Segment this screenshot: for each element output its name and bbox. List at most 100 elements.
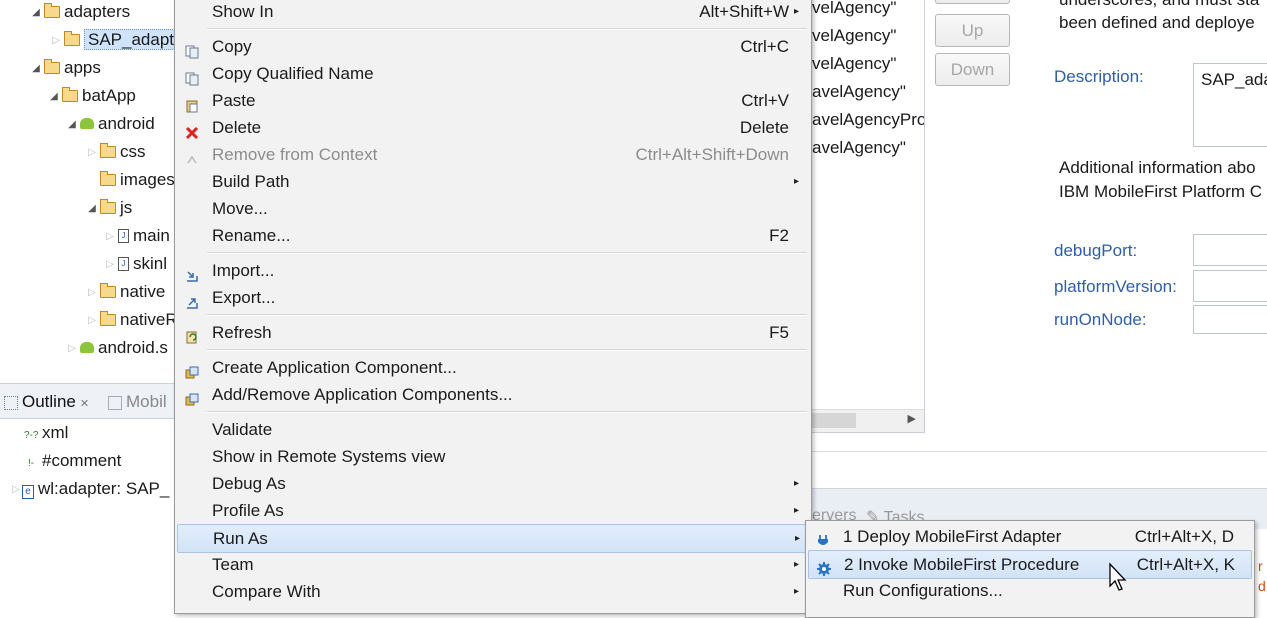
down-button[interactable]: Down bbox=[935, 53, 1010, 86]
menu-item-move[interactable]: Move... bbox=[177, 195, 807, 222]
menu-item-refresh[interactable]: Refresh F5 bbox=[177, 319, 807, 346]
menu-item-show-in-remote-systems-view[interactable]: Show in Remote Systems view bbox=[177, 443, 807, 470]
expand-icon[interactable]: ▷ bbox=[50, 28, 62, 54]
outline-node[interactable]: ▷ e wl:adapter: SAP_ bbox=[10, 476, 169, 502]
tree-item[interactable]: ▷ android.s bbox=[66, 335, 168, 361]
list-item[interactable]: avelAgency" bbox=[812, 134, 906, 162]
menu-separator bbox=[207, 314, 807, 316]
runonnode-field[interactable] bbox=[1193, 305, 1267, 334]
component-icon bbox=[185, 388, 199, 406]
expand-icon[interactable]: ▷ bbox=[86, 280, 98, 306]
collapse-icon[interactable]: ◢ bbox=[30, 0, 42, 26]
menu-item-add-remove-application-components[interactable]: Add/Remove Application Components... bbox=[177, 381, 807, 408]
tree-item[interactable]: ▷ SAP_adapte bbox=[50, 27, 188, 54]
menu-item-import[interactable]: Import... bbox=[177, 257, 807, 284]
menu-item-build-path[interactable]: Build Path ▸ bbox=[177, 168, 807, 195]
expand-icon[interactable]: ▷ bbox=[66, 336, 78, 362]
outline-node[interactable]: !- #comment bbox=[24, 448, 121, 474]
tab-outline[interactable]: Outline ✕ bbox=[4, 390, 89, 414]
info-text-line-2: IBM MobileFirst Platform C bbox=[1059, 182, 1263, 201]
expand-icon[interactable]: ▷ bbox=[10, 477, 22, 503]
up-button[interactable]: Up bbox=[935, 14, 1010, 47]
collapse-icon[interactable]: ◢ bbox=[48, 84, 60, 110]
menu-item-label: Create Application Component... bbox=[212, 358, 457, 377]
xml-node-icon: ?-? bbox=[24, 430, 39, 441]
menu-item-label: Build Path bbox=[212, 172, 290, 191]
menu-item-profile-as[interactable]: Profile As ▸ bbox=[177, 497, 807, 524]
menu-item-copy-qualified-name[interactable]: Copy Qualified Name bbox=[177, 60, 807, 87]
scrollbar-thumb[interactable] bbox=[810, 413, 856, 428]
submenu-item-2-invoke-mobilefirst-procedure[interactable]: 2 Invoke MobileFirst Procedure Ctrl+Alt+X… bbox=[808, 550, 1252, 579]
debugport-field[interactable] bbox=[1193, 234, 1267, 266]
menu-item-shortcut: F2 bbox=[769, 226, 789, 245]
error-marker: rd bbox=[1258, 558, 1266, 594]
menu-separator bbox=[207, 411, 807, 413]
collapse-icon[interactable]: ◢ bbox=[86, 196, 98, 222]
list-item[interactable]: velAgency" bbox=[812, 50, 896, 78]
project-explorer-tree: ◢ adapters ▷ SAP_adapte ◢ apps ◢ batApp ◢ android… bbox=[0, 0, 188, 375]
tab-mobile[interactable]: Mobil bbox=[108, 390, 167, 414]
submenu-item-label: 1 Deploy MobileFirst Adapter bbox=[843, 527, 1062, 546]
folder-icon bbox=[99, 282, 116, 298]
blank-button[interactable] bbox=[935, 0, 1010, 4]
deploy-icon bbox=[816, 529, 830, 545]
list-item[interactable]: avelAgency" bbox=[812, 78, 906, 106]
folder-icon bbox=[43, 2, 60, 18]
menu-item-export[interactable]: Export... bbox=[177, 284, 807, 311]
menu-item-delete[interactable]: Delete Delete bbox=[177, 114, 807, 141]
tree-item[interactable]: images bbox=[86, 167, 175, 193]
menu-separator bbox=[207, 349, 807, 351]
list-item[interactable]: avelAgencyPro bbox=[812, 106, 924, 134]
menu-item-shortcut: Ctrl+V bbox=[741, 91, 789, 110]
list-item[interactable]: velAgency" bbox=[812, 22, 896, 50]
menu-item-compare-with[interactable]: Compare With ▸ bbox=[177, 578, 807, 605]
menu-item-label: Validate bbox=[212, 420, 273, 439]
collapse-icon[interactable]: ◢ bbox=[30, 56, 42, 82]
tree-item[interactable]: ◢ android bbox=[66, 111, 155, 137]
submenu-arrow-icon: ▸ bbox=[793, 478, 799, 489]
outline-node[interactable]: ?-? xml bbox=[24, 420, 68, 446]
submenu-item-1-deploy-mobilefirst-adapter[interactable]: 1 Deploy MobileFirst Adapter Ctrl+Alt+X, … bbox=[808, 523, 1250, 550]
outline-node-label: wl:adapter: SAP_ bbox=[38, 479, 170, 498]
menu-item-run-as[interactable]: Run As ▸ bbox=[177, 524, 809, 553]
menu-item-label: Copy bbox=[212, 37, 252, 56]
tree-item[interactable]: ◢ adapters bbox=[30, 0, 130, 25]
outline-icon bbox=[4, 395, 18, 410]
description-field[interactable]: SAP_ada bbox=[1193, 63, 1267, 147]
menu-item-show-in[interactable]: Show In Alt+Shift+W ▸ bbox=[177, 0, 807, 25]
menu-item-debug-as[interactable]: Debug As ▸ bbox=[177, 470, 807, 497]
folder-icon bbox=[99, 310, 116, 326]
tree-item[interactable]: ▷ Jskinl bbox=[104, 251, 167, 277]
list-item[interactable]: velAgency" bbox=[812, 0, 896, 22]
platformversion-field[interactable] bbox=[1193, 270, 1267, 302]
tree-item[interactable]: ▷ Jmain bbox=[104, 223, 170, 249]
tree-item[interactable]: ◢ js bbox=[86, 195, 132, 221]
procedure-list[interactable]: ▶ velAgency" velAgency" velAgency" avelAgen… bbox=[808, 0, 925, 433]
menu-item-paste[interactable]: Paste Ctrl+V bbox=[177, 87, 807, 114]
menu-separator bbox=[207, 28, 807, 30]
tree-item[interactable]: ▷ native bbox=[86, 279, 165, 305]
tree-item[interactable]: ◢ batApp bbox=[48, 83, 136, 109]
menu-item-copy[interactable]: Copy Ctrl+C bbox=[177, 33, 807, 60]
menu-item-rename[interactable]: Rename... F2 bbox=[177, 222, 807, 249]
menu-item-validate[interactable]: Validate bbox=[177, 416, 807, 443]
submenu-item-run-configurations[interactable]: Run Configurations... bbox=[808, 577, 1250, 604]
expand-icon[interactable]: ▷ bbox=[104, 252, 116, 278]
close-icon[interactable]: ✕ bbox=[80, 398, 89, 410]
collapse-icon[interactable]: ◢ bbox=[66, 112, 78, 138]
expand-icon[interactable]: ▷ bbox=[86, 140, 98, 166]
js-file-icon: J bbox=[118, 256, 129, 271]
tree-item-label: batApp bbox=[82, 86, 136, 105]
expand-icon[interactable]: ▷ bbox=[86, 308, 98, 334]
scroll-right-icon[interactable]: ▶ bbox=[908, 412, 916, 425]
menu-item-create-application-component[interactable]: Create Application Component... bbox=[177, 354, 807, 381]
tree-item[interactable]: ▷ nativeR bbox=[86, 307, 178, 333]
menu-item-team[interactable]: Team ▸ bbox=[177, 551, 807, 578]
expand-icon[interactable]: ▷ bbox=[104, 224, 116, 250]
delete-icon bbox=[185, 121, 199, 140]
horizontal-scrollbar[interactable]: ▶ bbox=[808, 409, 924, 432]
folder-icon bbox=[43, 58, 60, 74]
tree-item[interactable]: ▷ css bbox=[86, 139, 145, 166]
android-icon bbox=[80, 118, 94, 130]
tree-item[interactable]: ◢ apps bbox=[30, 55, 101, 81]
